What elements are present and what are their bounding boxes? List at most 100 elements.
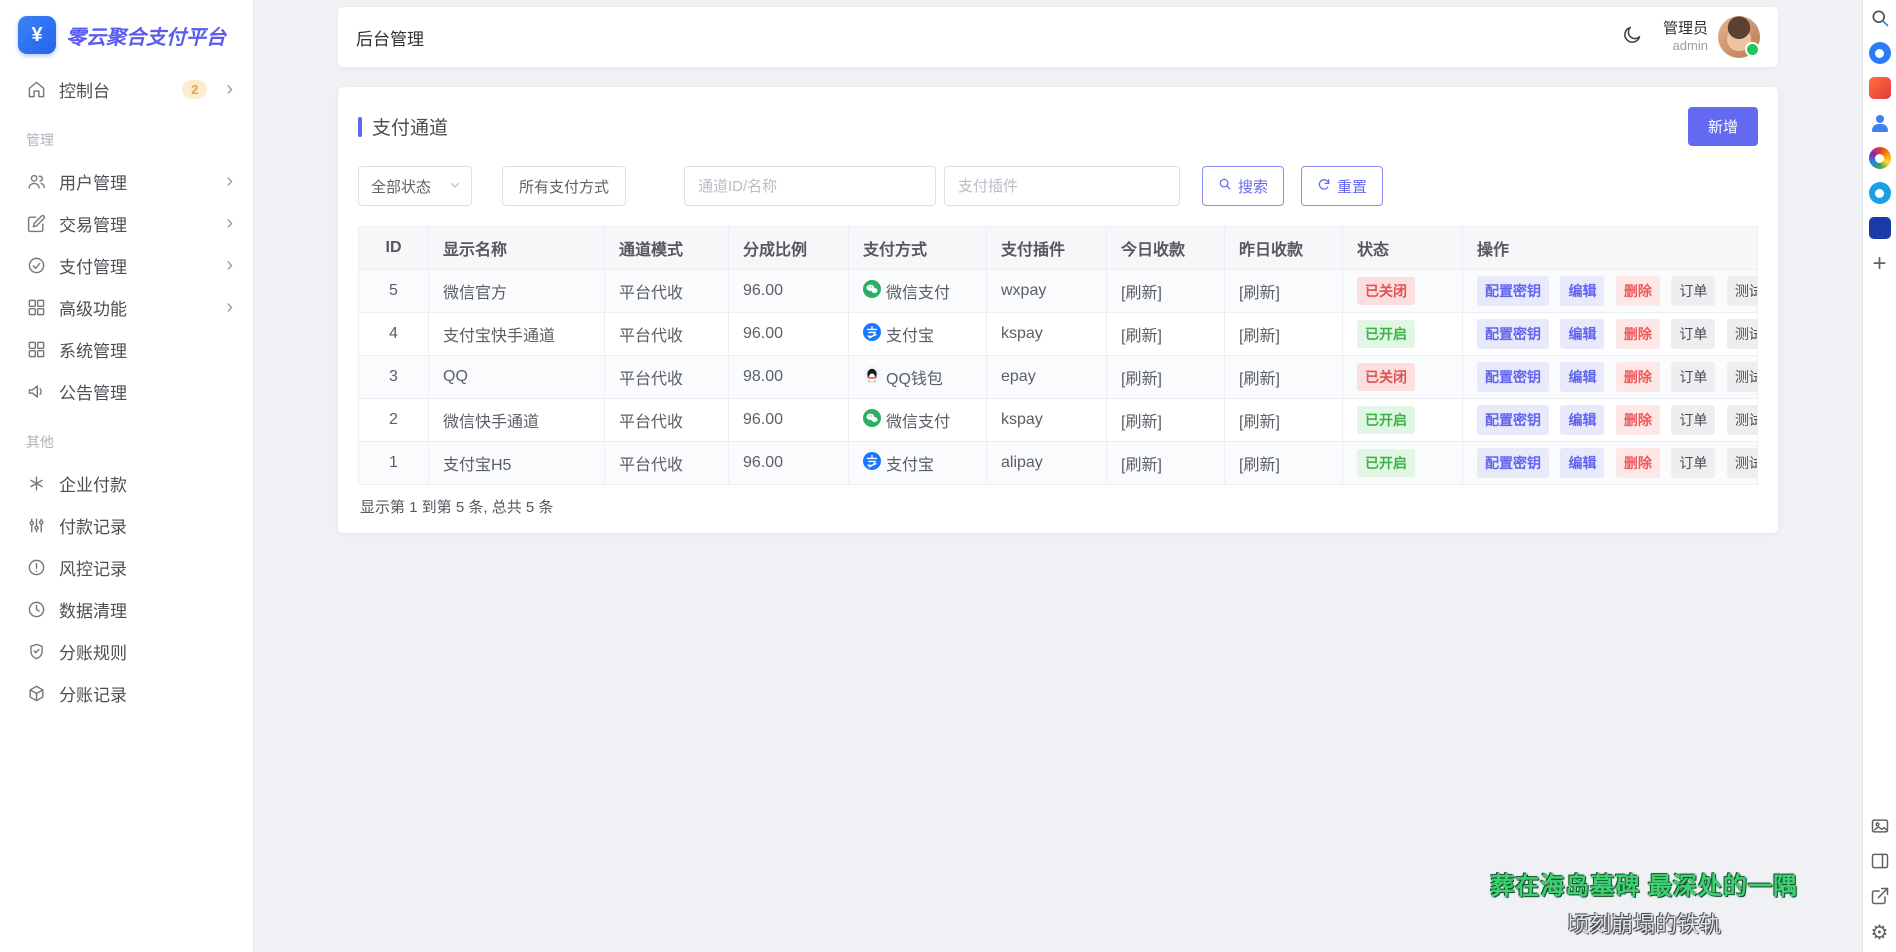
extension-blue-icon[interactable]	[1869, 42, 1891, 64]
edit-button[interactable]: 编辑	[1560, 405, 1604, 435]
add-button[interactable]: 新增	[1688, 107, 1758, 146]
delete-button[interactable]: 删除	[1616, 405, 1660, 435]
screenshot-icon[interactable]	[1869, 815, 1891, 837]
test-button[interactable]: 测试	[1727, 448, 1758, 478]
delete-button[interactable]: 删除	[1616, 362, 1660, 392]
test-button[interactable]: 测试	[1727, 319, 1758, 349]
test-button[interactable]: 测试	[1727, 362, 1758, 392]
cell-plugin: epay	[987, 356, 1107, 399]
refresh-yesterday-link[interactable]: [刷新]	[1225, 313, 1343, 356]
refresh-yesterday-link[interactable]: [刷新]	[1225, 442, 1343, 485]
test-button[interactable]: 测试	[1727, 276, 1758, 306]
order-button[interactable]: 订单	[1671, 448, 1715, 478]
sidebar-item-system-management[interactable]: 系统管理	[0, 328, 253, 370]
edit-button[interactable]: 编辑	[1560, 276, 1604, 306]
cell-method: 支付宝	[849, 442, 987, 485]
dark-mode-toggle[interactable]	[1619, 23, 1647, 51]
order-button[interactable]: 订单	[1671, 405, 1715, 435]
avatar[interactable]	[1718, 16, 1760, 58]
table-header-row: ID 显示名称 通道模式 分成比例 支付方式 支付插件 今日收款 昨日收款 状态…	[359, 227, 1758, 270]
col-id: ID	[359, 227, 429, 270]
sidebar-item-user-management[interactable]: 用户管理 ›	[0, 160, 253, 202]
col-status: 状态	[1343, 227, 1463, 270]
sidebar-item-dashboard[interactable]: 控制台 2 ›	[0, 68, 253, 110]
grid-icon	[26, 297, 46, 317]
payment-method-label: 微信支付	[886, 279, 950, 303]
chevron-right-icon: ›	[226, 297, 233, 317]
add-extension-icon[interactable]: +	[1872, 252, 1886, 276]
table-row: 4 支付宝快手通道 平台代收 96.00 支付宝 kspay [刷新] [刷新]…	[359, 313, 1758, 356]
cell-actions: 配置密钥 编辑 删除 订单 测试	[1463, 313, 1758, 356]
col-display-name: 显示名称	[429, 227, 605, 270]
alipay-icon	[863, 452, 881, 475]
zoom-icon[interactable]	[1869, 7, 1891, 29]
test-button[interactable]: 测试	[1727, 405, 1758, 435]
user-menu[interactable]: 管理员 admin	[1663, 16, 1760, 58]
search-button-label: 搜索	[1238, 176, 1268, 197]
sidebar-item-enterprise-payment[interactable]: 企业付款	[0, 462, 253, 504]
refresh-today-link[interactable]: [刷新]	[1107, 270, 1225, 313]
cell-plugin: alipay	[987, 442, 1107, 485]
refresh-today-link[interactable]: [刷新]	[1107, 442, 1225, 485]
extension-red-icon[interactable]	[1869, 77, 1891, 99]
edit-button[interactable]: 编辑	[1560, 319, 1604, 349]
settings-gear-icon[interactable]: ⚙	[1871, 920, 1889, 944]
payment-method-label: QQ钱包	[886, 365, 943, 389]
status-badge: 已关闭	[1357, 277, 1415, 305]
sidebar-item-transaction-management[interactable]: 交易管理 ›	[0, 202, 253, 244]
configure-key-button[interactable]: 配置密钥	[1477, 319, 1549, 349]
sidebar-item-label: 系统管理	[59, 337, 233, 362]
refresh-today-link[interactable]: [刷新]	[1107, 313, 1225, 356]
payment-method-filter-button[interactable]: 所有支付方式	[502, 166, 626, 206]
refresh-yesterday-link[interactable]: [刷新]	[1225, 356, 1343, 399]
extension-teal-icon[interactable]	[1869, 182, 1891, 204]
refresh-yesterday-link[interactable]: [刷新]	[1225, 399, 1343, 442]
sidebar-item-data-cleanup[interactable]: 数据清理	[0, 588, 253, 630]
shield-icon	[26, 641, 46, 661]
dot	[1875, 189, 1884, 198]
edit-button[interactable]: 编辑	[1560, 362, 1604, 392]
plugin-input[interactable]	[944, 166, 1180, 206]
open-external-icon[interactable]	[1869, 885, 1891, 907]
box-icon	[26, 683, 46, 703]
order-button[interactable]: 订单	[1671, 319, 1715, 349]
sidebar-item-advanced-features[interactable]: 高级功能 ›	[0, 286, 253, 328]
contacts-icon[interactable]	[1869, 112, 1891, 134]
clock-icon	[26, 599, 46, 619]
reset-button[interactable]: 重置	[1301, 166, 1383, 206]
edit-button[interactable]: 编辑	[1560, 448, 1604, 478]
status-select[interactable]: 全部状态	[358, 166, 472, 206]
sidebar-item-split-records[interactable]: 分账记录	[0, 672, 253, 714]
top-header-bar: 后台管理 管理员 admin	[338, 7, 1778, 67]
search-button[interactable]: 搜索	[1202, 166, 1284, 206]
sidebar-item-payment-records[interactable]: 付款记录	[0, 504, 253, 546]
delete-button[interactable]: 删除	[1616, 448, 1660, 478]
sidebar-item-announcement-management[interactable]: 公告管理	[0, 370, 253, 412]
extension-colorful-icon[interactable]	[1869, 147, 1891, 169]
chevron-right-icon: ›	[226, 255, 233, 275]
delete-button[interactable]: 删除	[1616, 276, 1660, 306]
cell-mode: 平台代收	[605, 270, 729, 313]
order-button[interactable]: 订单	[1671, 362, 1715, 392]
col-yesterday-income: 昨日收款	[1225, 227, 1343, 270]
sidebar-toggle-icon[interactable]	[1869, 850, 1891, 872]
extension-dark-icon[interactable]	[1869, 217, 1891, 239]
sidebar-item-payment-management[interactable]: 支付管理 ›	[0, 244, 253, 286]
cell-id: 5	[359, 270, 429, 313]
sidebar-item-risk-control-records[interactable]: 风控记录	[0, 546, 253, 588]
order-button[interactable]: 订单	[1671, 276, 1715, 306]
sidebar-item-label: 付款记录	[59, 513, 233, 538]
channel-id-input[interactable]	[684, 166, 936, 206]
delete-button[interactable]: 删除	[1616, 319, 1660, 349]
sidebar-item-split-rules[interactable]: 分账规则	[0, 630, 253, 672]
configure-key-button[interactable]: 配置密钥	[1477, 405, 1549, 435]
configure-key-button[interactable]: 配置密钥	[1477, 276, 1549, 306]
refresh-today-link[interactable]: [刷新]	[1107, 399, 1225, 442]
configure-key-button[interactable]: 配置密钥	[1477, 362, 1549, 392]
cell-method: 支付宝	[849, 313, 987, 356]
refresh-yesterday-link[interactable]: [刷新]	[1225, 270, 1343, 313]
table-row: 1 支付宝H5 平台代收 96.00 支付宝 alipay [刷新] [刷新] …	[359, 442, 1758, 485]
configure-key-button[interactable]: 配置密钥	[1477, 448, 1549, 478]
refresh-today-link[interactable]: [刷新]	[1107, 356, 1225, 399]
page-title: 后台管理	[356, 25, 424, 50]
